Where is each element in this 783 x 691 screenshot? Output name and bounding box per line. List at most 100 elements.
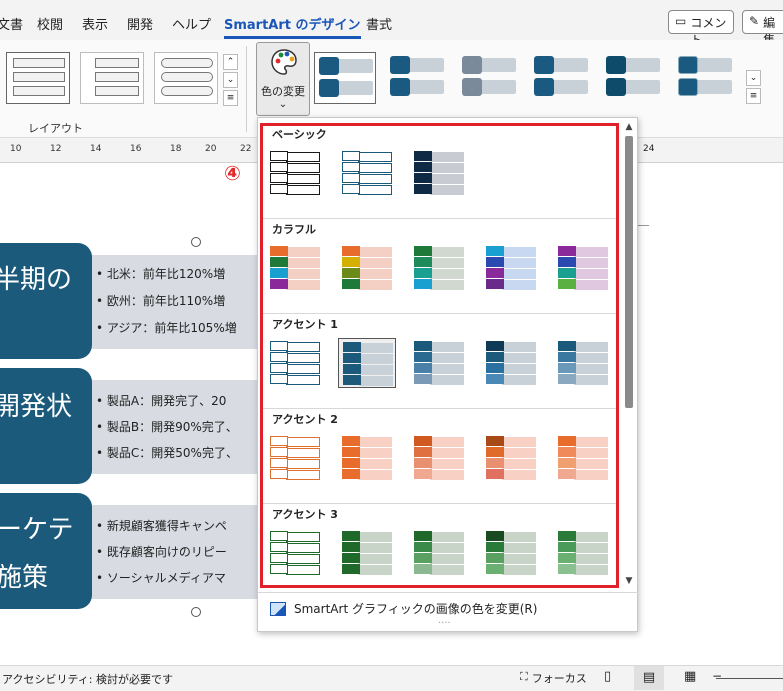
color-option[interactable] [266, 338, 324, 388]
connector-line [637, 225, 649, 226]
edit-button[interactable]: ✎ 編集 [742, 10, 783, 47]
swatch-light-bar [574, 470, 608, 480]
layout-option-3[interactable] [154, 52, 218, 104]
color-option[interactable] [482, 338, 540, 388]
smartart-text-box[interactable]: • 北米：前年比120%増 • 欧州：前年比110%増 • アジア：前年比105… [89, 255, 261, 349]
swatch-light-bar [286, 163, 320, 173]
color-option[interactable] [266, 243, 324, 293]
smartart-heading-box[interactable]: 開発状 [0, 368, 92, 484]
color-option[interactable] [482, 433, 540, 483]
focus-button[interactable]: ⛶ フォーカス [520, 670, 587, 686]
comment-button-label: コメント [690, 16, 727, 47]
layout-option-2[interactable] [80, 52, 144, 104]
layout-option-1[interactable] [6, 52, 70, 104]
color-option[interactable] [338, 148, 396, 198]
color-option[interactable] [338, 243, 396, 293]
color-option[interactable] [338, 338, 396, 388]
layout-more-button[interactable]: ≡ [223, 90, 238, 106]
smartart-text-box[interactable]: • 新規顧客獲得キャンペ • 既存顧客向けのリピー • ソーシャルメディアマ [89, 505, 261, 599]
swatch-light-bar [430, 437, 464, 447]
swatch-dark-bar [270, 363, 288, 373]
zoom-slider[interactable] [716, 678, 783, 679]
color-section-title: ベーシック [272, 128, 327, 141]
zoom-out-icon[interactable]: − [712, 669, 722, 683]
swatch-dark-bar [270, 374, 288, 384]
style-option-2[interactable] [386, 52, 448, 100]
smartart-text-box[interactable]: • 製品A：開発完了、20 • 製品B：開発90%完了、 • 製品C：開発50%… [89, 380, 261, 474]
web-layout-icon[interactable]: ▦ [684, 669, 696, 684]
swatch-dark-bar [342, 279, 360, 289]
bullet-text: • 新規顧客獲得キャンペ [96, 519, 227, 533]
style-option-4[interactable] [530, 52, 592, 100]
swatch-dark-bar [414, 564, 432, 574]
swatch-light-bar [502, 342, 536, 352]
color-option[interactable] [482, 528, 540, 578]
color-option[interactable] [266, 528, 324, 578]
dropdown-scrollbar[interactable]: ▲ ▼ [622, 120, 636, 588]
color-option[interactable] [338, 433, 396, 483]
tab-smartart-design[interactable]: SmartArt のデザイン [224, 14, 361, 39]
style-option-6[interactable] [674, 52, 740, 100]
swatch-dark-bar [414, 531, 432, 541]
swatch-dark-bar [270, 469, 288, 479]
print-layout-icon[interactable]: ▤ [634, 666, 664, 690]
swatch-light-bar [574, 353, 608, 363]
color-option[interactable] [410, 528, 468, 578]
swatch-dark-bar [342, 542, 360, 552]
tab-format[interactable]: 書式 [366, 14, 392, 33]
swatch-light-bar [430, 459, 464, 469]
style-option-5[interactable] [602, 52, 664, 100]
style-option-3[interactable] [458, 52, 520, 100]
tab-review[interactable]: 校閲 [37, 14, 63, 33]
color-option[interactable] [554, 338, 612, 388]
swatch-dark-bar [342, 469, 360, 479]
comment-button[interactable]: ▭ コメント [668, 10, 734, 47]
swatch-light-bar [502, 532, 536, 542]
resize-grip[interactable]: ···· [438, 618, 451, 629]
swatch-light-bar [430, 448, 464, 458]
style-option-1[interactable] [314, 52, 376, 104]
resize-handle[interactable] [191, 607, 201, 617]
color-option[interactable] [266, 433, 324, 483]
edit-button-label: 編集 [763, 16, 776, 47]
swatch-light-bar [502, 459, 536, 469]
layout-scroll-down[interactable]: ⌄ [223, 72, 238, 88]
tab-document[interactable]: 文書 [0, 14, 23, 33]
focus-icon: ⛶ [520, 670, 528, 683]
tab-view[interactable]: 表示 [82, 14, 108, 33]
color-option[interactable] [554, 433, 612, 483]
swatch-dark-bar [558, 531, 576, 541]
read-mode-icon[interactable]: ▯ [604, 669, 611, 684]
color-option[interactable] [410, 148, 468, 198]
smartart-heading-box[interactable]: 半期の [0, 243, 92, 359]
color-option[interactable] [410, 433, 468, 483]
scroll-up-icon[interactable]: ▲ [622, 120, 636, 134]
smartart-heading-box[interactable]: ーケテ 施策 [0, 493, 92, 609]
layout-scroll-up[interactable]: ⌃ [223, 54, 238, 70]
color-option[interactable] [410, 243, 468, 293]
color-option[interactable] [554, 243, 612, 293]
color-change-button[interactable]: 色の変更 ⌄ [256, 42, 310, 116]
accessibility-status[interactable]: アクセシビリティ: 検討が必要です [2, 671, 173, 687]
color-option[interactable] [266, 148, 324, 198]
recolor-pictures-item[interactable]: SmartArt グラフィックの画像の色を変更(R) [270, 600, 537, 617]
color-option[interactable] [482, 243, 540, 293]
swatch-light-bar [430, 185, 464, 195]
swatch-dark-bar [486, 352, 504, 362]
resize-handle[interactable] [191, 237, 201, 247]
swatch-light-bar [286, 375, 320, 385]
styles-more-button[interactable]: ≡ [746, 88, 761, 104]
color-option[interactable] [554, 528, 612, 578]
swatch-light-bar [430, 269, 464, 279]
horizontal-ruler: 10 12 14 16 18 20 22 [0, 139, 258, 163]
color-option[interactable] [338, 528, 396, 578]
swatch-dark-bar [486, 436, 504, 446]
swatch-dark-bar [342, 246, 360, 256]
scroll-thumb[interactable] [625, 136, 633, 408]
color-option[interactable] [410, 338, 468, 388]
tab-developer[interactable]: 開発 [127, 14, 153, 33]
scroll-down-icon[interactable]: ▼ [622, 574, 636, 588]
styles-scroll-down[interactable]: ⌄ [746, 70, 761, 86]
tab-help[interactable]: ヘルプ [172, 14, 211, 33]
swatch-dark-bar [558, 447, 576, 457]
